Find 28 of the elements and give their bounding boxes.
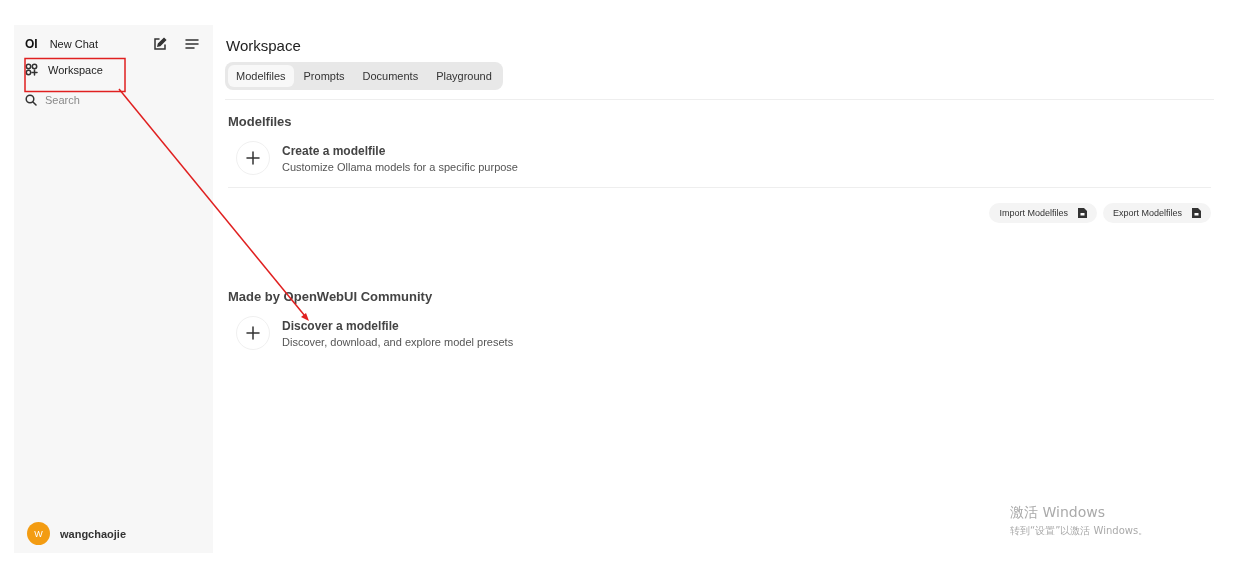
user-menu[interactable]: W wangchaojie	[14, 522, 213, 545]
grid-icon	[25, 63, 38, 76]
file-button[interactable]: Import Modelfiles	[989, 203, 1097, 223]
action-title[interactable]: Create a modelfile	[282, 143, 518, 158]
tab[interactable]: Playground	[428, 65, 500, 87]
file-button[interactable]: Export Modelfiles	[1102, 203, 1211, 223]
section-title: Modelfiles	[228, 114, 293, 129]
plus-icon	[246, 326, 260, 340]
menu-icon	[185, 37, 199, 51]
avatar: W	[27, 522, 50, 545]
plus-icon	[246, 151, 260, 165]
tab[interactable]: Documents	[354, 65, 427, 87]
edit-icon	[153, 37, 167, 51]
action-description: Customize Ollama models for a specific purpose	[282, 160, 518, 173]
tab[interactable]: Prompts	[295, 65, 353, 87]
new-chat-button[interactable]: OI New Chat	[25, 37, 135, 51]
tab[interactable]: Modelfiles	[228, 65, 294, 87]
action-description: Discover, download, and explore model presets	[282, 335, 514, 348]
activation-text: 转到“设置”以激活 Windows。	[1010, 524, 1149, 538]
search-icon	[25, 94, 37, 106]
logo: OI	[25, 37, 38, 51]
search-field[interactable]: Search	[45, 94, 185, 106]
action-title[interactable]: Discover a modelfile	[282, 318, 514, 333]
activation-title: 激活 Windows	[1010, 504, 1106, 522]
workspace-item[interactable]: Workspace	[14, 55, 213, 84]
file-icon	[1192, 208, 1201, 218]
file-icon	[1077, 208, 1087, 218]
page-title: Workspace	[226, 37, 302, 54]
